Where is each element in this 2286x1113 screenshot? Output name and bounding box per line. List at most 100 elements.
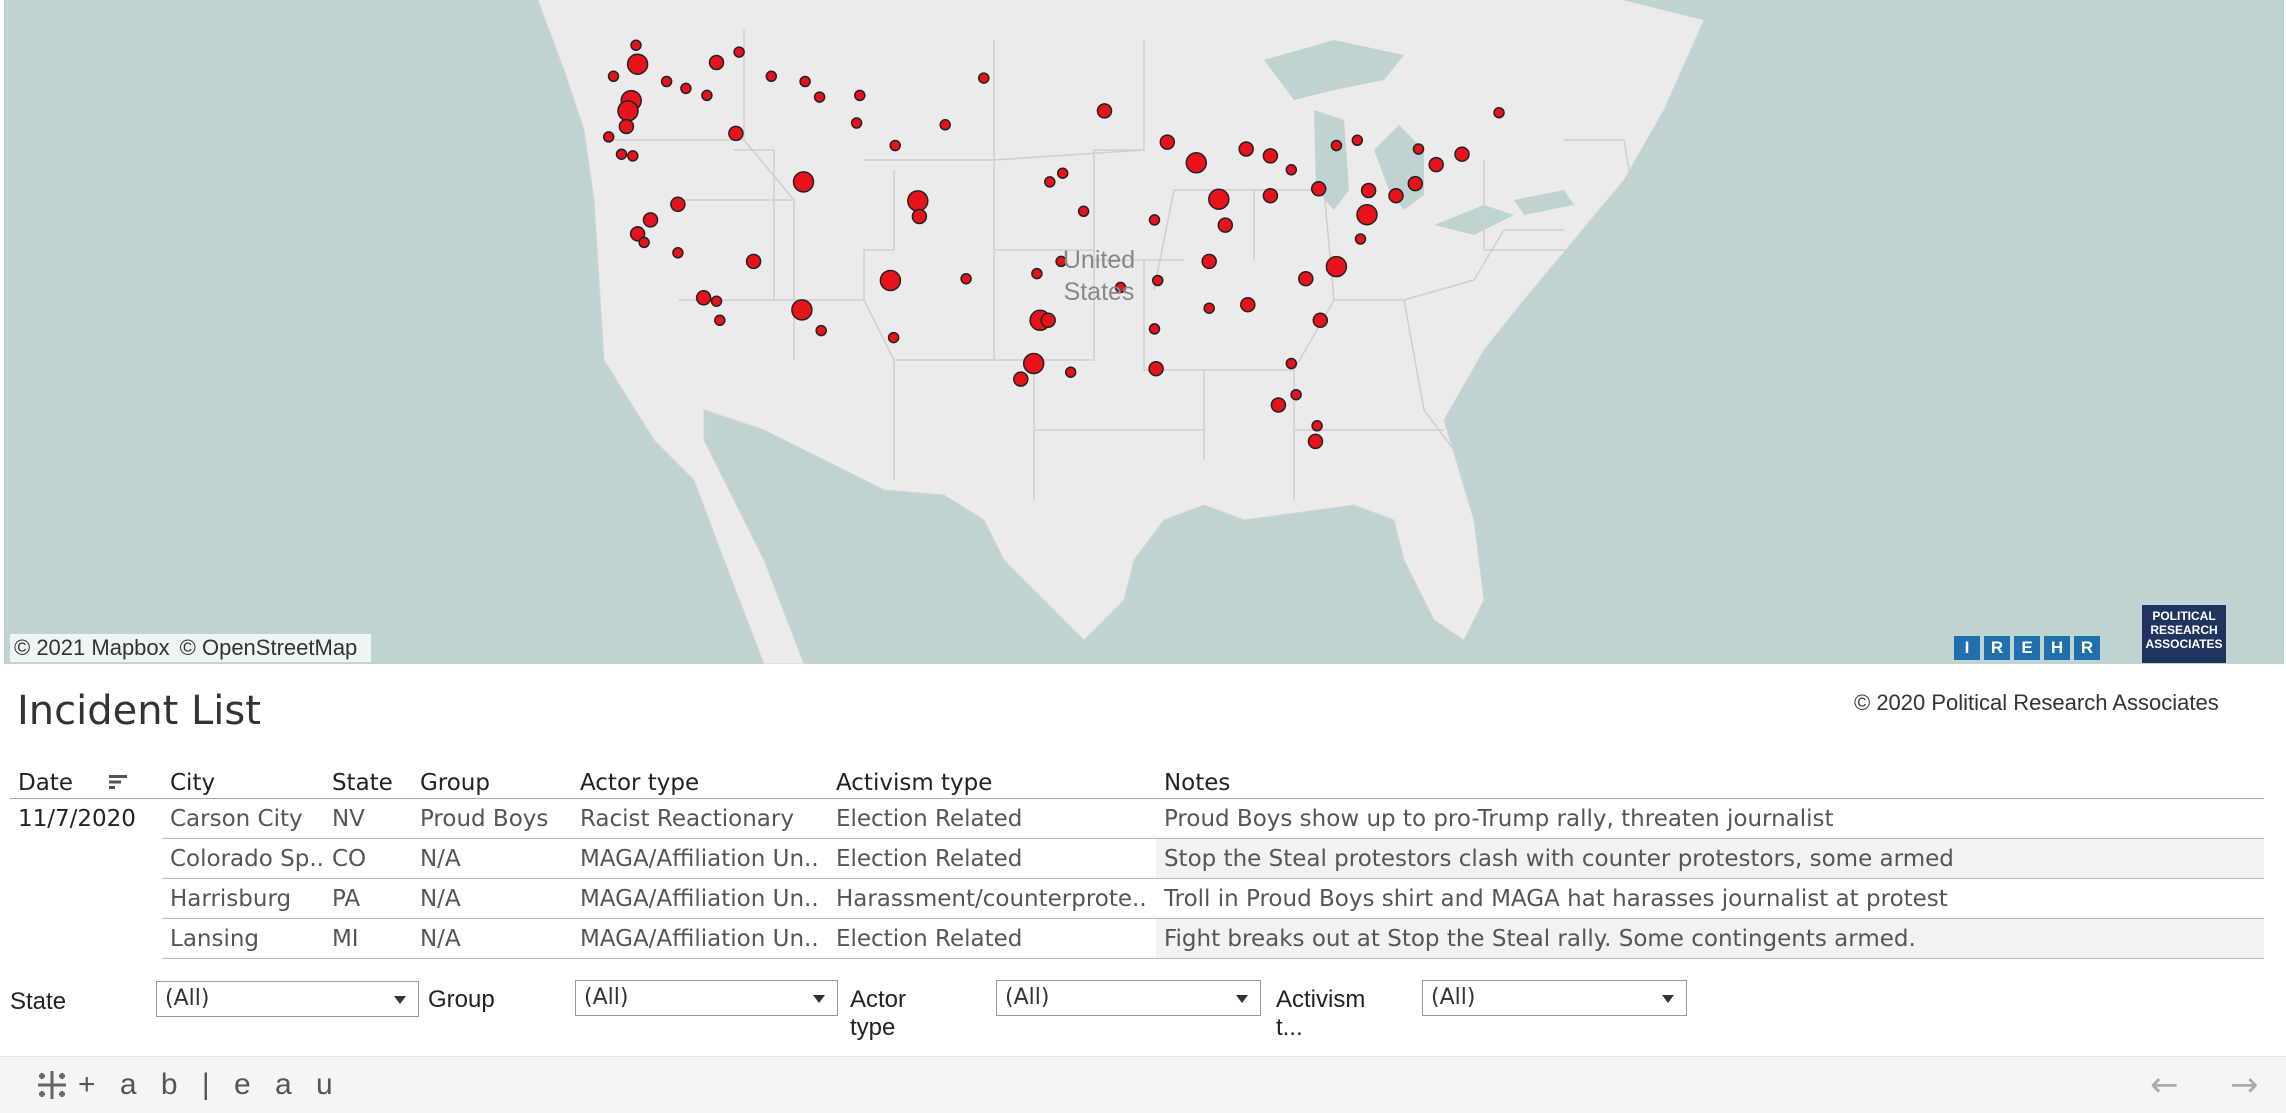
incident-marker[interactable] <box>960 272 972 285</box>
activism-type-filter-dropdown[interactable]: (All) <box>1422 980 1687 1016</box>
incident-marker[interactable] <box>627 150 639 162</box>
incident-marker[interactable] <box>1325 255 1348 278</box>
incident-marker[interactable] <box>728 125 744 142</box>
incident-marker[interactable] <box>617 100 639 122</box>
incident-marker[interactable] <box>638 236 650 249</box>
incident-marker[interactable] <box>1208 188 1230 210</box>
incident-marker[interactable] <box>680 82 692 95</box>
incident-marker[interactable] <box>791 299 813 321</box>
incident-marker[interactable] <box>660 75 673 88</box>
map-canvas[interactable] <box>4 0 2284 664</box>
incident-marker[interactable] <box>854 89 866 102</box>
date-cell[interactable]: 11/7/2020 <box>10 799 162 959</box>
column-header-state[interactable]: State <box>323 760 412 799</box>
incident-marker[interactable] <box>1270 397 1287 413</box>
actor-type-cell[interactable]: MAGA/Affiliation Un.. <box>571 838 828 879</box>
column-header-activism-type[interactable]: Activism type <box>827 760 1156 799</box>
tableau-logo[interactable]: + a b | e a u <box>34 1067 341 1103</box>
activism-type-cell[interactable]: Election Related <box>827 838 1156 879</box>
group-filter-dropdown[interactable]: (All) <box>575 980 838 1016</box>
incident-marker[interactable] <box>1040 312 1056 329</box>
incident-marker[interactable] <box>1238 141 1254 157</box>
activism-type-cell[interactable]: Election Related <box>827 798 1156 839</box>
incident-marker[interactable] <box>1454 146 1470 162</box>
incident-marker[interactable] <box>850 117 863 129</box>
incident-marker[interactable] <box>1262 187 1279 204</box>
incident-marker[interactable] <box>1159 134 1176 150</box>
incident-marker[interactable] <box>1148 214 1161 226</box>
incident-marker[interactable] <box>1013 371 1029 387</box>
incident-marker[interactable] <box>879 269 902 292</box>
actor-type-cell[interactable]: MAGA/Affiliation Un.. <box>571 918 828 959</box>
incident-marker[interactable] <box>602 131 615 143</box>
incident-marker[interactable] <box>733 46 745 58</box>
incident-marker[interactable] <box>1290 388 1302 401</box>
incident-marker[interactable] <box>1151 274 1164 287</box>
column-header-date[interactable]: Date <box>10 760 162 799</box>
incident-marker[interactable] <box>626 53 649 75</box>
incident-marker[interactable] <box>1407 175 1424 192</box>
incident-marker[interactable] <box>815 324 827 337</box>
incident-marker[interactable] <box>710 295 723 307</box>
incident-marker[interactable] <box>765 70 778 83</box>
incident-marker[interactable] <box>1310 181 1327 197</box>
incident-marker[interactable] <box>1285 357 1298 370</box>
group-cell[interactable]: N/A <box>411 878 572 919</box>
incident-marker[interactable] <box>1312 312 1329 329</box>
incident-marker[interactable] <box>615 148 628 160</box>
table-row[interactable]: Lansing MI N/A MAGA/Affiliation Un.. Ele… <box>10 918 2264 959</box>
state-cell[interactable]: PA <box>323 878 412 919</box>
incident-marker[interactable] <box>1217 217 1234 233</box>
incident-marker[interactable] <box>1360 182 1377 199</box>
incident-map[interactable]: United States © 2021 Mapbox © OpenStreetM… <box>4 0 2284 664</box>
incident-marker[interactable] <box>1307 433 1324 450</box>
column-header-notes[interactable]: Notes <box>1155 760 2264 799</box>
incident-marker[interactable] <box>672 247 684 259</box>
incident-marker[interactable] <box>670 196 686 213</box>
city-cell[interactable]: Carson City <box>162 798 324 839</box>
group-cell[interactable]: N/A <box>411 838 572 879</box>
notes-cell[interactable]: Proud Boys show up to pro-Trump rally, t… <box>1155 798 2264 839</box>
incident-marker[interactable] <box>1330 139 1343 152</box>
state-filter-dropdown[interactable]: (All) <box>156 981 419 1017</box>
incident-marker[interactable] <box>1356 203 1378 226</box>
incident-marker[interactable] <box>1428 156 1444 173</box>
incident-marker[interactable] <box>911 208 928 225</box>
incident-marker[interactable] <box>1077 205 1090 218</box>
incident-marker[interactable] <box>745 253 762 270</box>
incident-marker[interactable] <box>708 54 725 71</box>
incident-marker[interactable] <box>1412 143 1425 155</box>
activism-type-cell[interactable]: Harassment/counterprote.. <box>827 878 1156 919</box>
column-header-group[interactable]: Group <box>411 760 572 799</box>
table-row[interactable]: Harrisburg PA N/A MAGA/Affiliation Un.. … <box>10 878 2264 919</box>
osm-attribution-link[interactable]: © OpenStreetMap <box>180 635 358 660</box>
actor-type-cell[interactable]: Racist Reactionary <box>571 798 828 839</box>
incident-marker[interactable] <box>887 331 900 344</box>
table-row[interactable]: Colorado Sp.. CO N/A MAGA/Affiliation Un… <box>10 838 2264 879</box>
city-cell[interactable]: Lansing <box>162 918 324 959</box>
incident-marker[interactable] <box>642 212 659 228</box>
incident-marker[interactable] <box>1262 148 1279 164</box>
state-cell[interactable]: MI <box>323 918 412 959</box>
incident-marker[interactable] <box>1298 270 1314 287</box>
group-cell[interactable]: Proud Boys <box>411 798 572 839</box>
incident-marker[interactable] <box>695 290 712 306</box>
activism-type-cell[interactable]: Election Related <box>827 918 1156 959</box>
notes-cell[interactable]: Stop the Steal protestors clash with cou… <box>1155 838 2264 879</box>
notes-cell[interactable]: Troll in Proud Boys shirt and MAGA hat h… <box>1155 878 2264 919</box>
sort-icon[interactable] <box>108 770 129 796</box>
incident-marker[interactable] <box>1285 164 1298 176</box>
incident-marker[interactable] <box>1022 352 1045 375</box>
incident-marker[interactable] <box>618 118 635 135</box>
incident-marker[interactable] <box>813 91 826 103</box>
incident-marker[interactable] <box>1240 296 1256 313</box>
incident-marker[interactable] <box>792 171 815 193</box>
incident-marker[interactable] <box>907 190 929 212</box>
incident-marker[interactable] <box>630 39 642 51</box>
city-cell[interactable]: Harrisburg <box>162 878 324 919</box>
incident-marker[interactable] <box>714 314 726 327</box>
incident-marker[interactable] <box>1311 420 1323 432</box>
arrow-left-icon[interactable]: ← <box>2150 1065 2179 1105</box>
incident-marker[interactable] <box>1388 187 1404 204</box>
notes-cell[interactable]: Fight breaks out at Stop the Steal rally… <box>1155 918 2264 959</box>
